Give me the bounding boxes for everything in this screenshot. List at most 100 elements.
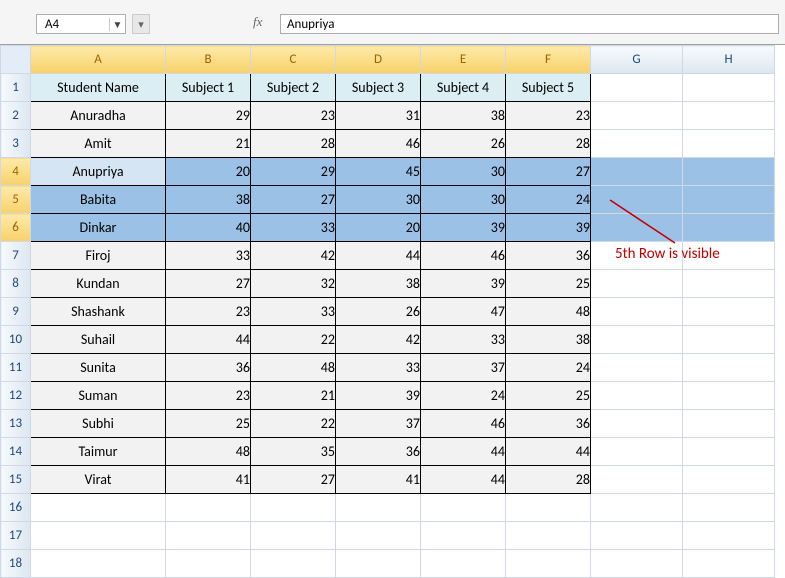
data-cell[interactable]: 24: [506, 186, 591, 214]
data-cell[interactable]: 42: [336, 326, 421, 354]
empty-cell[interactable]: [421, 494, 506, 522]
student-name-cell[interactable]: Firoj: [31, 242, 166, 270]
empty-cell[interactable]: [421, 522, 506, 550]
data-cell[interactable]: 30: [421, 158, 506, 186]
data-cell[interactable]: 36: [166, 354, 251, 382]
empty-cell[interactable]: [506, 522, 591, 550]
col-header-G[interactable]: G: [591, 46, 683, 74]
empty-cell[interactable]: [683, 410, 775, 438]
data-cell[interactable]: 27: [166, 270, 251, 298]
data-cell[interactable]: 22: [251, 410, 336, 438]
student-name-cell[interactable]: Babita: [31, 186, 166, 214]
data-cell[interactable]: 44: [336, 242, 421, 270]
row-header-4[interactable]: 4: [1, 158, 31, 186]
empty-cell[interactable]: [683, 158, 775, 186]
data-cell[interactable]: 37: [421, 354, 506, 382]
col-header-B[interactable]: B: [166, 46, 251, 74]
empty-cell[interactable]: [683, 214, 775, 242]
data-cell[interactable]: 28: [506, 466, 591, 494]
empty-cell[interactable]: [591, 326, 683, 354]
student-name-cell[interactable]: Taimur: [31, 438, 166, 466]
empty-cell[interactable]: [336, 494, 421, 522]
row-header-2[interactable]: 2: [1, 102, 31, 130]
data-cell[interactable]: 24: [506, 354, 591, 382]
data-cell[interactable]: 44: [506, 438, 591, 466]
data-cell[interactable]: 27: [251, 466, 336, 494]
table-header-cell[interactable]: Subject 4: [421, 74, 506, 102]
data-cell[interactable]: 33: [336, 354, 421, 382]
col-header-C[interactable]: C: [251, 46, 336, 74]
data-cell[interactable]: 24: [421, 382, 506, 410]
row-header-5[interactable]: 5: [1, 186, 31, 214]
chevron-down-icon[interactable]: ▼: [109, 18, 125, 31]
student-name-cell[interactable]: Suhail: [31, 326, 166, 354]
data-cell[interactable]: 38: [421, 102, 506, 130]
empty-cell[interactable]: [683, 382, 775, 410]
data-cell[interactable]: 41: [336, 466, 421, 494]
row-header-1[interactable]: 1: [1, 74, 31, 102]
spreadsheet-grid[interactable]: A B C D E F G H 1Student NameSubject 1Su…: [0, 45, 775, 578]
data-cell[interactable]: 48: [251, 354, 336, 382]
data-cell[interactable]: 23: [506, 102, 591, 130]
empty-cell[interactable]: [683, 522, 775, 550]
col-header-F[interactable]: F: [506, 46, 591, 74]
data-cell[interactable]: 47: [421, 298, 506, 326]
student-name-cell[interactable]: Anupriya: [31, 158, 166, 186]
data-cell[interactable]: 29: [166, 102, 251, 130]
empty-cell[interactable]: [591, 410, 683, 438]
data-cell[interactable]: 33: [166, 242, 251, 270]
empty-cell[interactable]: [421, 550, 506, 578]
data-cell[interactable]: 48: [166, 438, 251, 466]
data-cell[interactable]: 31: [336, 102, 421, 130]
data-cell[interactable]: 30: [421, 186, 506, 214]
data-cell[interactable]: 27: [506, 158, 591, 186]
empty-cell[interactable]: [683, 354, 775, 382]
student-name-cell[interactable]: Sunita: [31, 354, 166, 382]
table-header-cell[interactable]: Subject 1: [166, 74, 251, 102]
empty-cell[interactable]: [591, 522, 683, 550]
data-cell[interactable]: 39: [336, 382, 421, 410]
empty-cell[interactable]: [336, 550, 421, 578]
data-cell[interactable]: 28: [506, 130, 591, 158]
data-cell[interactable]: 48: [506, 298, 591, 326]
empty-cell[interactable]: [591, 186, 683, 214]
empty-cell[interactable]: [683, 466, 775, 494]
data-cell[interactable]: 36: [506, 410, 591, 438]
row-header-18[interactable]: 18: [1, 550, 31, 578]
data-cell[interactable]: 33: [251, 214, 336, 242]
data-cell[interactable]: 46: [421, 242, 506, 270]
empty-cell[interactable]: [591, 354, 683, 382]
empty-cell[interactable]: [506, 494, 591, 522]
empty-cell[interactable]: [251, 522, 336, 550]
empty-cell[interactable]: [683, 186, 775, 214]
table-header-cell[interactable]: Subject 5: [506, 74, 591, 102]
empty-cell[interactable]: [683, 326, 775, 354]
empty-cell[interactable]: [31, 494, 166, 522]
col-header-D[interactable]: D: [336, 46, 421, 74]
data-cell[interactable]: 25: [506, 382, 591, 410]
student-name-cell[interactable]: Suman: [31, 382, 166, 410]
row-header-10[interactable]: 10: [1, 326, 31, 354]
row-header-9[interactable]: 9: [1, 298, 31, 326]
data-cell[interactable]: 23: [251, 102, 336, 130]
data-cell[interactable]: 21: [166, 130, 251, 158]
empty-cell[interactable]: [591, 214, 683, 242]
name-box-expand-icon[interactable]: ▾: [132, 14, 150, 34]
row-header-13[interactable]: 13: [1, 410, 31, 438]
data-cell[interactable]: 45: [336, 158, 421, 186]
empty-cell[interactable]: [591, 466, 683, 494]
data-cell[interactable]: 38: [166, 186, 251, 214]
data-cell[interactable]: 39: [421, 270, 506, 298]
data-cell[interactable]: 23: [166, 382, 251, 410]
data-cell[interactable]: 42: [251, 242, 336, 270]
data-cell[interactable]: 26: [336, 298, 421, 326]
data-cell[interactable]: 29: [251, 158, 336, 186]
empty-cell[interactable]: [336, 522, 421, 550]
data-cell[interactable]: 38: [506, 326, 591, 354]
student-name-cell[interactable]: Kundan: [31, 270, 166, 298]
empty-cell[interactable]: [591, 438, 683, 466]
data-cell[interactable]: 36: [336, 438, 421, 466]
data-cell[interactable]: 41: [166, 466, 251, 494]
data-cell[interactable]: 23: [166, 298, 251, 326]
student-name-cell[interactable]: Anuradha: [31, 102, 166, 130]
